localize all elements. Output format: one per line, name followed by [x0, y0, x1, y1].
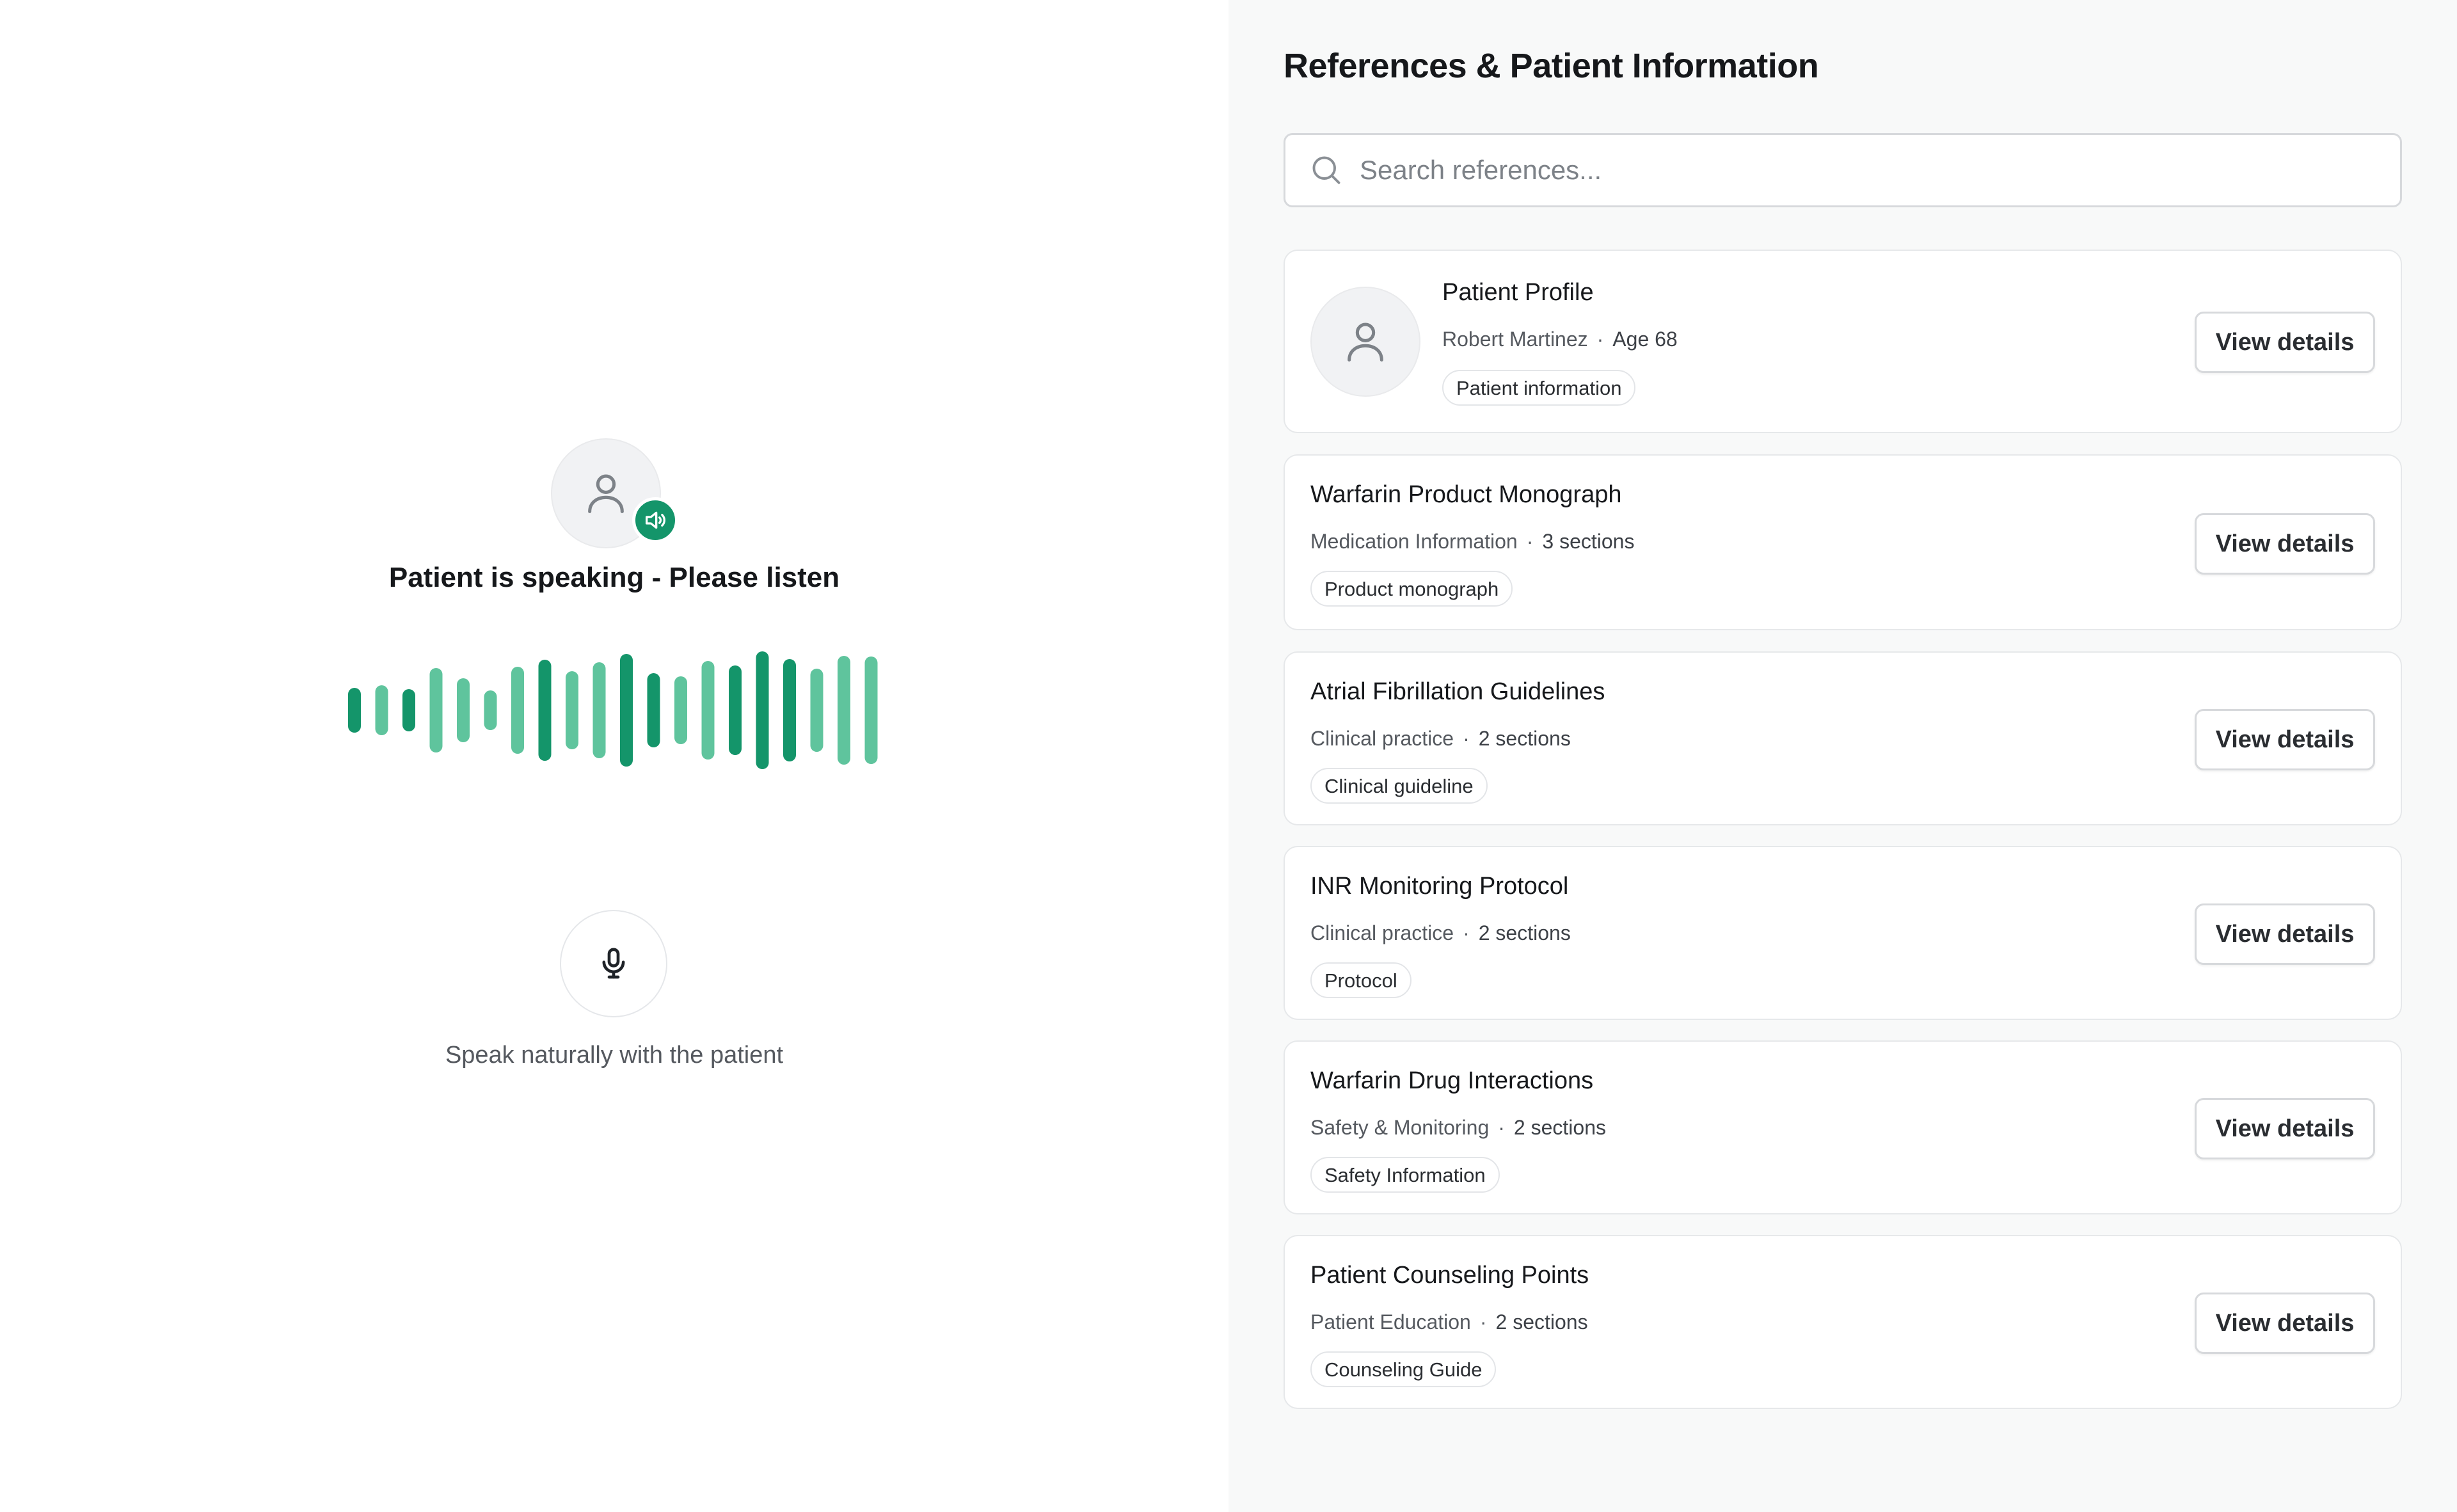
card-tag: Clinical guideline — [1310, 768, 1488, 804]
card-title: Patient Profile — [1442, 279, 1594, 306]
card-tag: Counseling Guide — [1310, 1351, 1497, 1387]
card-section-count: 2 sections — [1478, 727, 1571, 750]
view-details-button[interactable]: View details — [2195, 709, 2375, 770]
card-category: Clinical practice — [1310, 921, 1454, 944]
card-tag: Safety Information — [1310, 1157, 1500, 1193]
meta-separator: · — [1498, 1116, 1505, 1139]
card-section-count: 2 sections — [1495, 1310, 1588, 1333]
card-meta: Robert Martinez · Age 68 — [1442, 328, 1678, 351]
waveform-bar — [864, 657, 878, 764]
waveform-bar — [592, 662, 606, 758]
waveform-bar — [647, 673, 660, 747]
waveform-bar — [429, 668, 443, 752]
card-title: INR Monitoring Protocol — [1310, 873, 1569, 900]
patient-name: Robert Martinez — [1442, 328, 1588, 351]
microphone-button[interactable] — [560, 910, 667, 1017]
reference-card[interactable]: INR Monitoring Protocol Clinical practic… — [1284, 846, 2402, 1020]
card-category: Medication Information — [1310, 530, 1518, 553]
waveform-bar — [729, 665, 742, 755]
waveform-bar — [674, 676, 687, 744]
waveform-bar — [348, 688, 361, 733]
waveform-bar — [701, 661, 715, 760]
card-meta: Safety & Monitoring · 2 sections — [1310, 1116, 1606, 1140]
view-details-button[interactable]: View details — [2195, 903, 2375, 965]
card-tag: Patient information — [1442, 370, 1636, 406]
reference-card[interactable]: Warfarin Drug Interactions Safety & Moni… — [1284, 1040, 2402, 1214]
search-input[interactable] — [1358, 154, 2321, 186]
patient-profile-card[interactable]: Patient Profile Robert Martinez · Age 68 P… — [1284, 250, 2402, 433]
references-title: References & Patient Information — [1284, 47, 1819, 85]
card-tag: Protocol — [1310, 962, 1411, 998]
card-title: Warfarin Drug Interactions — [1310, 1067, 1594, 1094]
speaking-status-title: Patient is speaking - Please listen — [388, 562, 840, 593]
reference-card[interactable]: Atrial Fibrillation Guidelines Clinical … — [1284, 651, 2402, 825]
search-icon — [1310, 154, 1343, 187]
app-window: Patient is speaking - Please listen Spea… — [0, 0, 2457, 1512]
card-title: Patient Counseling Points — [1310, 1262, 1589, 1289]
reference-card[interactable]: Patient Counseling Points Patient Educat… — [1284, 1235, 2402, 1409]
card-section-count: 3 sections — [1542, 530, 1635, 553]
waveform-bar — [838, 656, 850, 765]
reference-card[interactable]: Warfarin Product Monograph Medication In… — [1284, 454, 2402, 630]
card-meta: Clinical practice · 2 sections — [1310, 921, 1571, 945]
waveform-bar — [511, 667, 524, 754]
waveform-bar — [756, 651, 769, 769]
view-details-button[interactable]: View details — [2195, 1098, 2375, 1159]
card-meta: Patient Education · 2 sections — [1310, 1310, 1588, 1334]
meta-separator: · — [1526, 530, 1534, 553]
meta-separator: · — [1463, 727, 1470, 750]
view-details-button[interactable]: View details — [2195, 312, 2375, 373]
patient-avatar — [551, 438, 678, 548]
waveform-bar — [457, 678, 470, 742]
speaking-badge — [632, 497, 678, 543]
audio-waveform — [348, 651, 878, 769]
card-category: Clinical practice — [1310, 727, 1454, 750]
waveform-bar — [566, 671, 578, 749]
patient-age: Age 68 — [1612, 328, 1678, 351]
waveform-bar — [620, 654, 633, 767]
references-pane: References & Patient Information Patient… — [1228, 0, 2457, 1512]
microphone-icon — [602, 948, 625, 979]
card-tag: Product monograph — [1310, 571, 1513, 607]
card-meta: Clinical practice · 2 sections — [1310, 727, 1571, 751]
view-details-button[interactable]: View details — [2195, 1293, 2375, 1354]
meta-separator: · — [1479, 1310, 1487, 1333]
waveform-bar — [810, 669, 823, 752]
card-meta: Medication Information · 3 sections — [1310, 530, 1634, 553]
speaker-icon — [646, 511, 665, 529]
card-section-count: 2 sections — [1478, 921, 1571, 944]
user-icon — [1348, 322, 1383, 362]
card-title: Atrial Fibrillation Guidelines — [1310, 678, 1605, 705]
speak-hint: Speak naturally with the patient — [445, 1042, 784, 1069]
meta-separator: · — [1463, 921, 1470, 944]
profile-avatar — [1310, 287, 1420, 397]
meta-separator: · — [1596, 328, 1604, 351]
waveform-bar — [484, 690, 497, 730]
card-section-count: 2 sections — [1513, 1116, 1606, 1139]
waveform-bar — [538, 660, 552, 761]
waveform-bar — [375, 685, 388, 735]
card-category: Safety & Monitoring — [1310, 1116, 1490, 1139]
card-title: Warfarin Product Monograph — [1310, 481, 1622, 508]
waveform-bar — [402, 689, 415, 731]
view-details-button[interactable]: View details — [2195, 513, 2375, 575]
user-icon — [588, 474, 624, 514]
call-pane: Patient is speaking - Please listen Spea… — [0, 0, 1228, 1512]
card-category: Patient Education — [1310, 1310, 1471, 1333]
search-bar — [1284, 133, 2402, 207]
waveform-bar — [783, 659, 796, 761]
